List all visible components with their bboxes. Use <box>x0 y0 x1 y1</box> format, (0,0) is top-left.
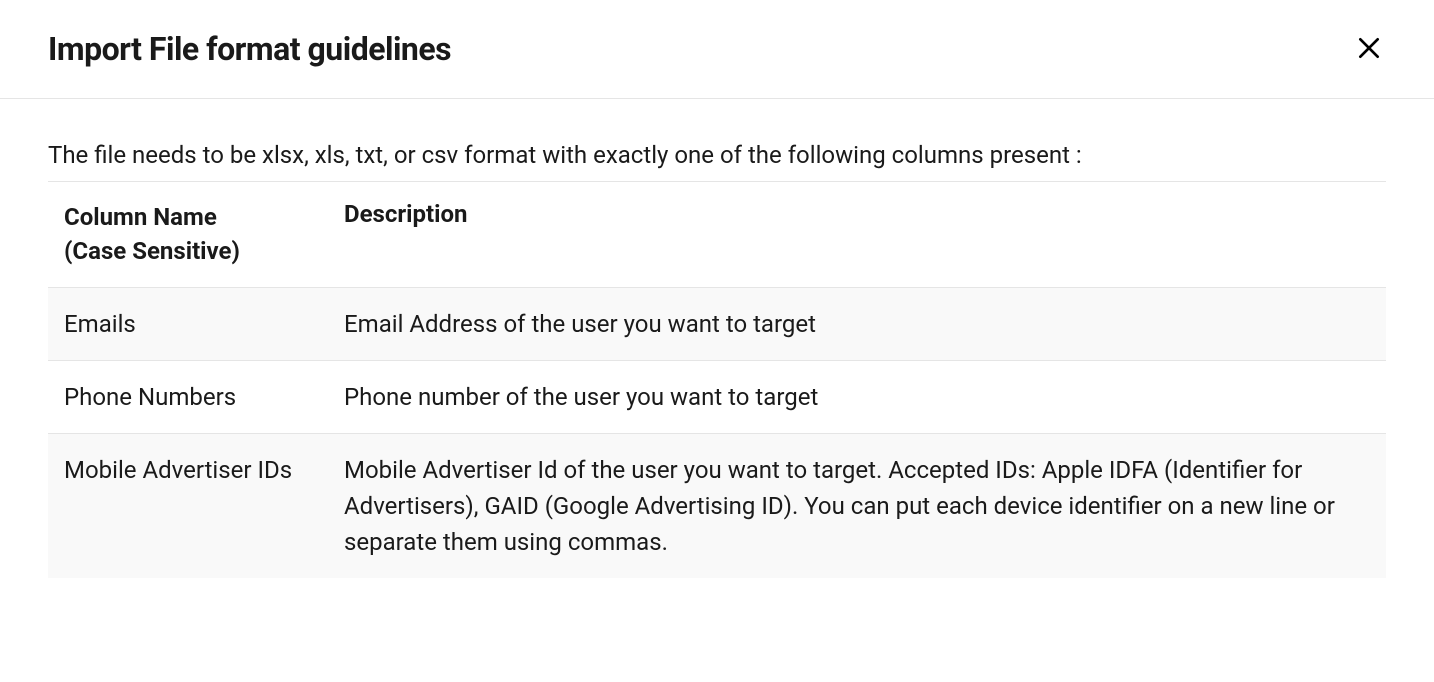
modal-title: Import File format guidelines <box>48 30 451 68</box>
close-icon <box>1356 35 1382 64</box>
description-cell: Email Address of the user you want to ta… <box>328 288 1386 361</box>
column-name-header-line2: (Case Sensitive) <box>64 234 312 269</box>
table-row: Mobile Advertiser IDs Mobile Advertiser … <box>48 434 1386 579</box>
modal-header: Import File format guidelines <box>0 0 1434 99</box>
modal-body: The file needs to be xlsx, xls, txt, or … <box>0 99 1434 618</box>
table-row: Phone Numbers Phone number of the user y… <box>48 361 1386 434</box>
column-name-header-line1: Column Name <box>64 200 312 235</box>
column-name-cell: Phone Numbers <box>48 361 328 434</box>
table-header-row: Column Name (Case Sensitive) Description <box>48 182 1386 288</box>
description-cell: Mobile Advertiser Id of the user you wan… <box>328 434 1386 579</box>
close-button[interactable] <box>1352 31 1386 68</box>
column-name-cell: Emails <box>48 288 328 361</box>
intro-text: The file needs to be xlsx, xls, txt, or … <box>48 139 1386 173</box>
column-name-cell: Mobile Advertiser IDs <box>48 434 328 579</box>
table-row: Emails Email Address of the user you wan… <box>48 288 1386 361</box>
description-cell: Phone number of the user you want to tar… <box>328 361 1386 434</box>
guidelines-table: Column Name (Case Sensitive) Description… <box>48 182 1386 579</box>
description-header: Description <box>328 182 1386 288</box>
guidelines-table-wrap: Column Name (Case Sensitive) Description… <box>48 181 1386 579</box>
import-guidelines-modal: Import File format guidelines The file n… <box>0 0 1434 618</box>
column-name-header: Column Name (Case Sensitive) <box>48 182 328 288</box>
